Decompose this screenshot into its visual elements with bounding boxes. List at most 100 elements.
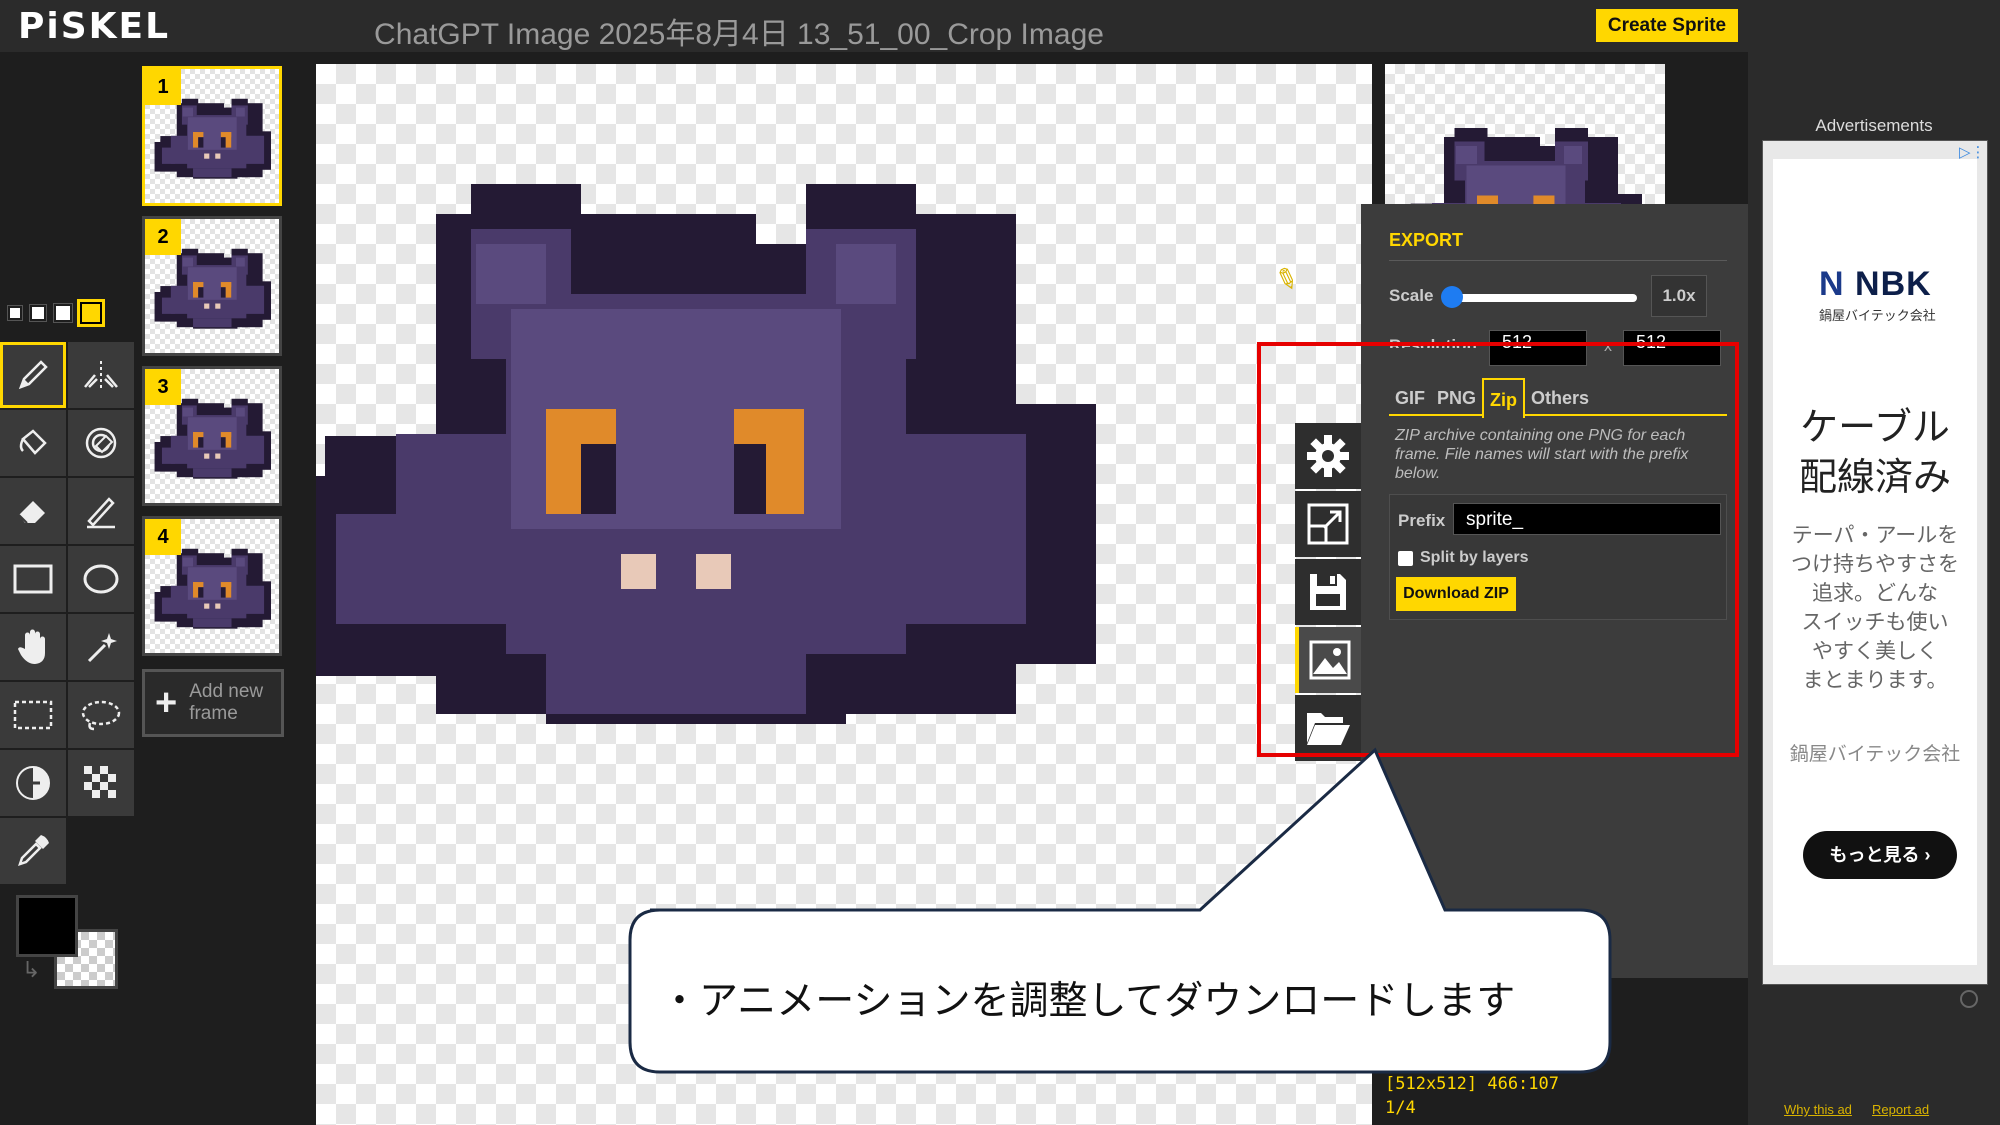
bat-pixel-block	[193, 318, 232, 328]
bat-pixel-block	[241, 435, 265, 464]
report-ad-link[interactable]: Report ad	[1872, 1102, 1929, 1117]
frame-thumbnail-2[interactable]: 2	[142, 216, 282, 356]
bat-pixel-block	[766, 409, 804, 514]
pen-icon	[18, 360, 48, 390]
brand-sub: 鍋屋バイテック会社	[1819, 308, 1936, 323]
frame-thumbnail-1[interactable]: 1	[142, 66, 282, 206]
ad-headline-2: 配線済み	[1798, 457, 1951, 499]
eyedropper-icon	[18, 835, 49, 866]
bat-pixel-block	[215, 303, 221, 309]
paint-same-color-icon	[85, 427, 117, 459]
bat-pixel-block	[193, 168, 232, 178]
stop-ad-icon[interactable]	[1960, 990, 1978, 1008]
bat-pixel-block	[204, 153, 210, 159]
lighten-tool-button[interactable]	[0, 750, 66, 816]
shape-select-button[interactable]	[68, 614, 134, 680]
circle-tool-button[interactable]	[68, 546, 134, 612]
eraser-button[interactable]	[0, 478, 66, 544]
bat-pixel-block	[546, 409, 581, 514]
ad-company: 鍋屋バイテック会社	[1789, 744, 1961, 765]
bat-pixel-block	[193, 432, 199, 448]
bat-pixel-block	[1564, 146, 1582, 164]
scale-value: 1.0x	[1651, 275, 1707, 317]
pen-size-1[interactable]	[7, 305, 23, 321]
scale-slider-thumb[interactable]	[1441, 286, 1463, 308]
bat-pixel-block	[1456, 146, 1477, 164]
ad-more-button[interactable]: もっと見る ›	[1803, 831, 1957, 879]
bat-pixel-block	[225, 282, 232, 298]
bat-pixel-block	[476, 244, 546, 304]
drawing-canvas[interactable]	[316, 64, 1372, 1125]
mirror-pen-button[interactable]	[68, 342, 134, 408]
document-title[interactable]: ChatGPT Image 2025年8月4日 13_51_00_Crop Im…	[0, 9, 1748, 53]
bat-pixel-block	[182, 107, 194, 117]
swap-colors-icon[interactable]: ↳	[22, 957, 40, 983]
frame-number: 2	[145, 219, 181, 255]
bat-pixel-block	[621, 554, 656, 589]
mirror-pen-icon	[84, 361, 118, 389]
frames-list: 1 2 3 4 + Add new frame	[138, 52, 298, 1125]
bat-pixel-block	[198, 287, 204, 298]
bat-pixel-block	[198, 437, 204, 448]
cursor-coordinates: [512x512] 466:107	[1385, 1074, 1559, 1094]
rectangle-select-button[interactable]	[0, 682, 66, 748]
ad-headline-1: ケーブル	[1800, 407, 1950, 449]
frame-bat-image	[154, 398, 271, 479]
ad-body-line: つけ持ちやすさを	[1791, 553, 1959, 576]
bat-pixel-block	[182, 407, 194, 417]
why-this-ad-link[interactable]: Why this ad	[1784, 1102, 1852, 1117]
ad-body-line: やすく美しく	[1812, 640, 1938, 663]
frame-thumbnail-4[interactable]: 4	[142, 516, 282, 656]
export-title: EXPORT	[1389, 230, 1464, 250]
bat-pixel-block	[235, 257, 245, 267]
color-picker-button[interactable]	[0, 818, 66, 884]
bat-pixel-block	[198, 587, 204, 598]
bat-pixel-block	[235, 407, 245, 417]
lasso-select-button[interactable]	[68, 682, 134, 748]
paint-same-color-button[interactable]	[68, 410, 134, 476]
bat-pixel-block	[182, 257, 194, 267]
bat-pixel-block	[546, 654, 806, 714]
hand-icon	[18, 629, 45, 664]
stroke-tool-button[interactable]	[68, 478, 134, 544]
ad-headline: ケーブル 配線済み	[1773, 403, 1977, 503]
bat-pixel-block	[734, 444, 766, 514]
rectangle-icon	[13, 564, 53, 594]
plus-icon: +	[155, 681, 178, 724]
ad-body: テーパ・アールを つけ持ちやすさを 追求。どんな スイッチも使い やすく美しく …	[1773, 521, 1977, 695]
bat-pixel-block	[204, 453, 210, 459]
dithering-tool-button[interactable]	[68, 750, 134, 816]
bat-pixel-block	[193, 282, 199, 298]
pen-size-4[interactable]	[77, 299, 105, 327]
bat-pixel-block	[220, 287, 226, 298]
ad-body-line: スイッチも使い	[1801, 611, 1949, 634]
primary-color-swatch[interactable]	[16, 895, 78, 957]
bat-pixel-block	[215, 603, 221, 609]
pen-size-3[interactable]	[53, 303, 73, 323]
pen-size-2[interactable]	[29, 304, 47, 322]
bat-pixel-block	[193, 618, 232, 628]
nbk-logo: N NBK	[1819, 265, 1932, 303]
frame-bat-image	[154, 98, 271, 179]
create-sprite-button[interactable]: Create Sprite	[1596, 9, 1738, 42]
ad-body-line: まとまります。	[1802, 669, 1948, 692]
paint-bucket-button[interactable]	[0, 410, 66, 476]
pen-tool-button[interactable]	[0, 342, 66, 408]
frame-number: 3	[145, 369, 181, 405]
frame-thumbnail-3[interactable]: 3	[142, 366, 282, 506]
ad-frame: ▷⋮ N NBK 鍋屋バイテック会社 ケーブル 配線済み テーパ・アールを つけ…	[1762, 140, 1988, 985]
move-tool-button[interactable]	[0, 614, 66, 680]
scale-slider-track[interactable]	[1447, 294, 1637, 302]
highlight-box	[1257, 342, 1739, 757]
bat-pixel-block	[220, 437, 226, 448]
bat-pixel-block	[215, 453, 221, 459]
scale-label: Scale	[1389, 286, 1434, 305]
brand-name: NBK	[1855, 265, 1932, 303]
add-new-frame-button[interactable]: + Add new frame	[142, 669, 284, 737]
rectangle-tool-button[interactable]	[0, 546, 66, 612]
callout-text: ・アニメーションを調整してダウンロードします	[660, 979, 1516, 1024]
frame-bat-image	[154, 248, 271, 329]
bat-pixel-block	[161, 597, 176, 614]
rectangle-select-icon	[13, 700, 53, 730]
ad-content[interactable]: N NBK 鍋屋バイテック会社 ケーブル 配線済み テーパ・アールを つけ持ちや…	[1773, 159, 1977, 965]
